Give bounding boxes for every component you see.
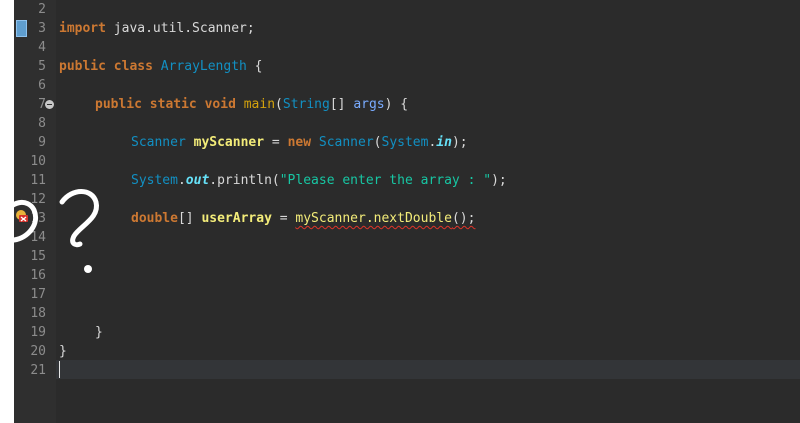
line-number: 19 bbox=[30, 325, 46, 340]
method-name: main bbox=[243, 97, 276, 112]
keyword: public bbox=[95, 97, 142, 112]
paren: (); bbox=[451, 211, 476, 226]
line-number: 17 bbox=[30, 287, 46, 302]
line-number: 8 bbox=[38, 116, 46, 131]
brace: { bbox=[246, 59, 263, 74]
paren: ) { bbox=[384, 97, 409, 112]
brackets: [] bbox=[329, 97, 354, 112]
code-line-println[interactable]: System.out.println("Please enter the arr… bbox=[131, 171, 507, 190]
class-name: ArrayLength bbox=[160, 59, 247, 74]
line-number: 20 bbox=[30, 344, 46, 359]
type-name: Scanner bbox=[131, 135, 186, 150]
type-name: System bbox=[131, 173, 178, 188]
line-number: 10 bbox=[30, 154, 46, 169]
code-line-user-array[interactable]: double[] userArray = myScanner.nextDoubl… bbox=[131, 209, 475, 228]
variable: userArray bbox=[201, 211, 272, 226]
error-expression[interactable]: myScanner.nextDouble bbox=[295, 211, 452, 226]
keyword: double bbox=[131, 211, 178, 226]
code-line-main-decl[interactable]: public static void main(String[] args) { bbox=[95, 95, 408, 114]
operator: = bbox=[271, 211, 296, 226]
keyword: void bbox=[204, 97, 236, 112]
brackets: [] bbox=[177, 211, 202, 226]
code-line-close-class[interactable]: } bbox=[59, 342, 67, 361]
code-line-class-decl[interactable]: public class ArrayLength { bbox=[59, 57, 263, 76]
current-line-highlight bbox=[56, 360, 800, 379]
dot: . bbox=[209, 173, 218, 188]
line-number: 21 bbox=[30, 363, 46, 378]
fold-collapse-icon[interactable] bbox=[45, 100, 54, 109]
paren: ); bbox=[451, 135, 468, 150]
line-number: 6 bbox=[38, 78, 46, 93]
line-number: 5 bbox=[38, 59, 46, 74]
keyword: public bbox=[59, 59, 106, 74]
static-field: in bbox=[436, 135, 452, 150]
type-name: System bbox=[381, 135, 429, 150]
code-line-import[interactable]: import java.util.Scanner; bbox=[59, 19, 255, 38]
type-name: String bbox=[282, 97, 330, 112]
keyword: new bbox=[287, 135, 312, 150]
parameter: args bbox=[353, 97, 385, 112]
string-literal: "Please enter the array : " bbox=[279, 173, 492, 188]
code-line-scanner-init[interactable]: Scanner myScanner = new Scanner(System.i… bbox=[131, 133, 468, 152]
keyword: class bbox=[113, 59, 153, 74]
line-number: 4 bbox=[38, 40, 46, 55]
code-line-close-method[interactable]: } bbox=[95, 323, 103, 342]
line-number: 9 bbox=[38, 135, 46, 150]
paren: ( bbox=[271, 173, 280, 188]
method-name: println bbox=[217, 173, 272, 188]
static-field: out bbox=[185, 173, 210, 188]
line-number: 18 bbox=[30, 306, 46, 321]
line-number: 7 bbox=[38, 97, 46, 112]
line-number: 2 bbox=[38, 2, 46, 17]
type-name: Scanner bbox=[318, 135, 374, 150]
variable: myScanner bbox=[193, 135, 265, 150]
paren: ( bbox=[275, 97, 283, 112]
keyword: import bbox=[59, 21, 106, 36]
text-cursor bbox=[59, 361, 60, 378]
operator: = bbox=[264, 135, 288, 150]
paren: ); bbox=[491, 173, 507, 188]
keyword: static bbox=[149, 97, 197, 112]
handwritten-question-mark-annotation bbox=[0, 189, 99, 273]
paren: ( bbox=[373, 135, 382, 150]
dot: . bbox=[177, 173, 186, 188]
line-number: 3 bbox=[38, 21, 46, 36]
import-package: java.util.Scanner; bbox=[105, 21, 255, 36]
